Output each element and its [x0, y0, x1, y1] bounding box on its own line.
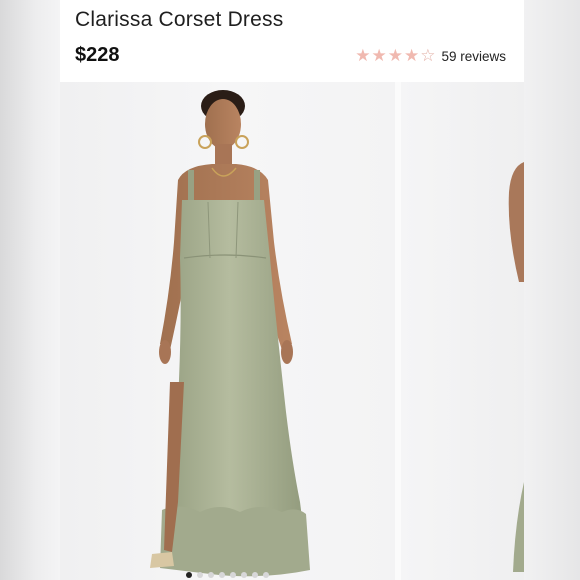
rating-stars: ★ ★ ★ ★ ☆ — [355, 47, 435, 65]
image-gallery[interactable] — [60, 82, 524, 580]
next-photo-preview — [508, 162, 524, 572]
gallery-dot[interactable] — [263, 572, 269, 578]
product-header: Clarissa Corset Dress $228 ★ ★ ★ ★ ☆ 59 revi… — [60, 0, 524, 82]
star-filled-icon: ★ — [355, 46, 371, 65]
star-empty-icon: ☆ — [420, 46, 436, 65]
star-filled-icon: ★ — [387, 46, 403, 65]
star-filled-icon: ★ — [371, 46, 387, 65]
product-card: Clarissa Corset Dress $228 ★ ★ ★ ★ ☆ 59 revi… — [60, 0, 524, 580]
gallery-dot[interactable] — [186, 572, 192, 578]
product-title: Clarissa Corset Dress — [75, 8, 284, 31]
product-rating[interactable]: ★ ★ ★ ★ ☆ 59 reviews — [355, 47, 506, 65]
gallery-dot[interactable] — [219, 572, 225, 578]
background-left — [0, 0, 60, 580]
gallery-dot[interactable] — [208, 572, 214, 578]
product-photo — [150, 90, 310, 577]
gallery-dot[interactable] — [197, 572, 203, 578]
reviews-link[interactable]: 59 reviews — [441, 49, 506, 64]
gallery-dot[interactable] — [230, 572, 236, 578]
gallery-slide-main[interactable] — [60, 82, 395, 580]
star-filled-icon: ★ — [403, 46, 420, 65]
gallery-slide-next[interactable] — [401, 82, 524, 580]
background-right — [524, 0, 580, 580]
gallery-dot[interactable] — [241, 572, 247, 578]
gallery-dot[interactable] — [252, 572, 258, 578]
gallery-pagination[interactable] — [60, 572, 395, 578]
product-price: $228 — [75, 44, 120, 66]
